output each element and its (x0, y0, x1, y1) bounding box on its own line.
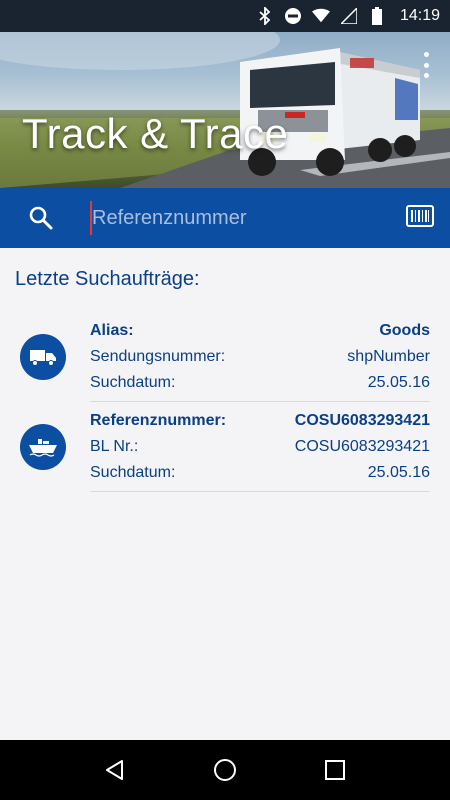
more-vert-icon[interactable] (422, 52, 430, 78)
divider (90, 491, 430, 492)
row-value: Goods (379, 322, 430, 339)
recents-icon[interactable] (315, 750, 355, 790)
row-value: 25.05.16 (367, 464, 430, 481)
list-row: Suchdatum: 25.05.16 (90, 370, 430, 396)
search-icon[interactable] (28, 205, 54, 236)
home-icon[interactable] (205, 750, 245, 790)
list-row: Suchdatum: 25.05.16 (90, 460, 430, 486)
divider (90, 401, 430, 402)
recent-searches-title: Letzte Suchaufträge: (15, 268, 200, 290)
battery-icon (368, 7, 386, 25)
recent-search-item[interactable]: Alias: Goods Sendungsnummer: shpNumber S… (0, 318, 450, 398)
row-label: Sendungsnummer: (90, 348, 226, 365)
back-icon[interactable] (95, 750, 135, 790)
bluetooth-icon (256, 7, 274, 25)
status-time: 14:19 (399, 7, 440, 24)
truck-icon (20, 334, 66, 380)
wifi-icon (311, 7, 330, 25)
row-value: COSU6083293421 (294, 412, 430, 429)
app-title: Track & Trace (22, 110, 289, 157)
row-value: COSU6083293421 (294, 438, 430, 455)
status-bar: 14:19 (0, 0, 450, 32)
do-not-disturb-icon (284, 7, 302, 25)
list-row: Sendungsnummer: shpNumber (90, 344, 430, 370)
row-label: BL Nr.: (90, 438, 139, 455)
list-row: Referenznummer: COSU6083293421 (90, 408, 430, 434)
row-value: 25.05.16 (367, 374, 430, 391)
reference-number-input[interactable] (92, 201, 382, 235)
list-row: BL Nr.: COSU6083293421 (90, 434, 430, 460)
row-label: Referenznummer: (90, 412, 227, 429)
ship-icon (20, 424, 66, 470)
barcode-icon[interactable] (406, 205, 434, 232)
navigation-bar (0, 740, 450, 800)
row-label: Suchdatum: (90, 464, 176, 481)
recent-searches-panel: Letzte Suchaufträge: Alias: Goods Sendun… (0, 248, 450, 740)
recent-search-item[interactable]: Referenznummer: COSU6083293421 BL Nr.: C… (0, 408, 450, 488)
signal-icon (340, 7, 358, 25)
row-label: Alias: (90, 322, 134, 339)
row-label: Suchdatum: (90, 374, 176, 391)
list-row: Alias: Goods (90, 318, 430, 344)
search-bar (0, 188, 450, 248)
row-value: shpNumber (347, 348, 430, 365)
